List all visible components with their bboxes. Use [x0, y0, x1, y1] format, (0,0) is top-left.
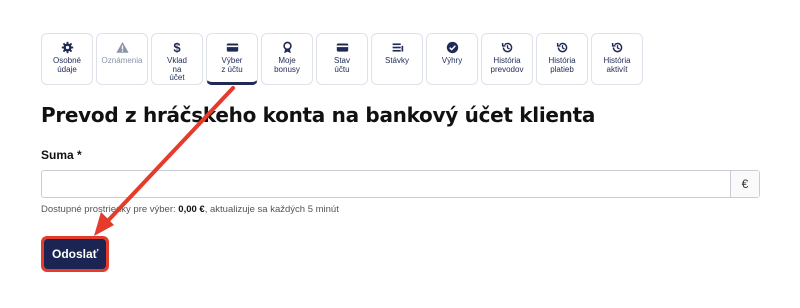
available-funds-hint: Dostupné prostriedky pre výber: 0,00 €, …	[41, 204, 339, 215]
tab-label: Oznámenia	[101, 56, 143, 65]
tab-activity-history[interactable]: História aktivít	[591, 33, 643, 85]
tab-transfer-history[interactable]: História prevodov	[481, 33, 533, 85]
card-icon	[335, 40, 349, 54]
history-icon	[610, 40, 624, 54]
gear-icon	[60, 40, 74, 54]
amount-label: Suma *	[41, 148, 82, 162]
list-icon	[390, 40, 404, 54]
tab-label: Stav účtu	[333, 56, 350, 74]
page-title: Prevod z hráčskeho konta na bankový účet…	[41, 103, 596, 127]
tab-account-status[interactable]: Stav účtu	[316, 33, 368, 85]
amount-field: €	[41, 170, 760, 198]
tab-label: Stávky	[384, 56, 409, 65]
tab-bets[interactable]: Stávky	[371, 33, 423, 85]
tab-my-bonuses[interactable]: Moje bonusy	[261, 33, 313, 85]
tab-label: Osobné údaje	[52, 56, 82, 74]
tab-label: História prevodov	[490, 56, 524, 74]
hint-suffix: , aktualizuje sa každých 5 minút	[204, 204, 339, 215]
amount-input[interactable]	[42, 171, 730, 197]
tab-deposit[interactable]: $ Vklad na účet	[151, 33, 203, 85]
medal-icon	[280, 40, 294, 54]
account-tabs: Osobné údaje Oznámenia $ Vklad na účet V…	[41, 33, 643, 85]
tab-label: História aktivít	[603, 56, 631, 74]
tab-payment-history[interactable]: História platieb	[536, 33, 588, 85]
tab-label: Vklad na účet	[166, 56, 187, 82]
tab-label: Výber z účtu	[221, 56, 243, 74]
tab-label: Výhry	[441, 56, 463, 65]
tab-label: História platieb	[548, 56, 576, 74]
available-amount: 0,00 €	[178, 204, 205, 215]
card-icon	[225, 40, 239, 54]
tab-withdrawal[interactable]: Výber z účtu	[206, 33, 258, 85]
currency-addon: €	[730, 171, 759, 197]
warning-icon	[115, 40, 129, 54]
dollar-icon: $	[173, 39, 181, 55]
history-icon	[555, 40, 569, 54]
tab-label: Moje bonusy	[274, 56, 300, 74]
submit-button[interactable]: Odoslať	[40, 236, 110, 272]
check-circle-icon	[445, 40, 459, 54]
tab-wins[interactable]: Výhry	[426, 33, 478, 85]
hint-prefix: Dostupné prostriedky pre výber:	[41, 204, 179, 215]
tab-notifications[interactable]: Oznámenia	[96, 33, 148, 85]
history-icon	[500, 40, 514, 54]
tab-personal-data[interactable]: Osobné údaje	[41, 33, 93, 85]
